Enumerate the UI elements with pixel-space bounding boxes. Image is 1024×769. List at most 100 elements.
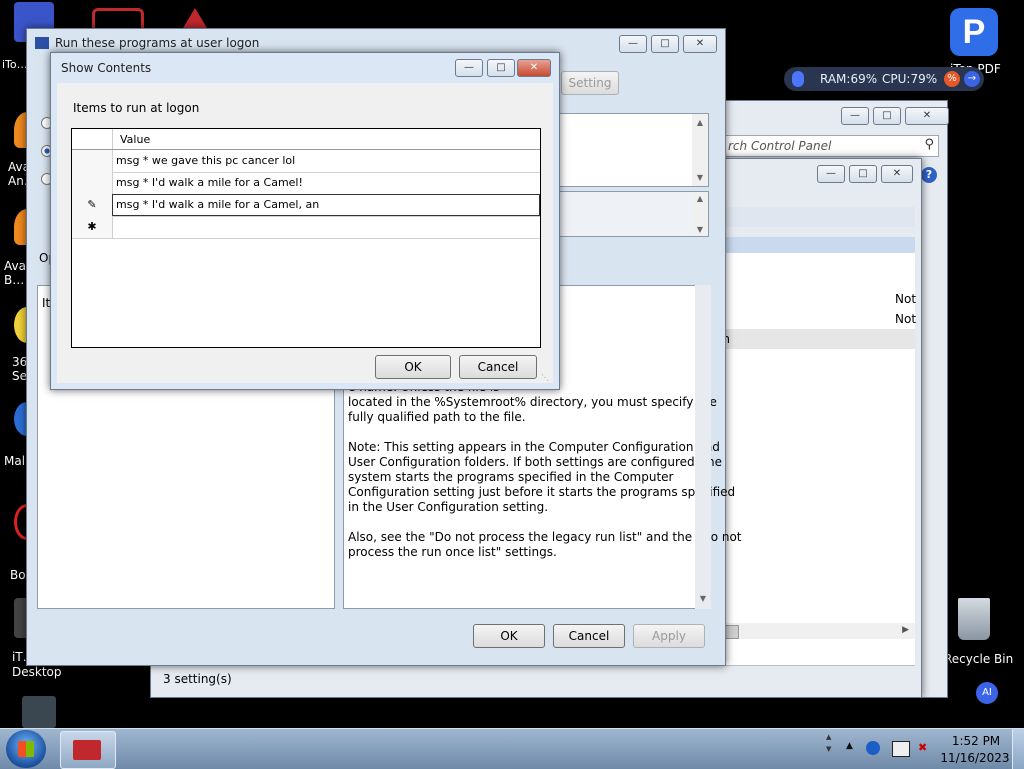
supported-scrollbar[interactable]: ▲ ▼ [692,192,708,236]
search-box[interactable]: rch Control Panel ⚲ [725,135,939,157]
help-text-line: located in the %Systemroot% directory, y… [348,395,717,409]
help-text-line: process the run once list" settings. [348,545,557,559]
setting-button[interactable]: Setting [561,71,619,95]
ccleaner-tray-icon[interactable] [866,741,880,755]
windows-logo-icon [18,741,34,757]
show-desktop-button[interactable] [1012,729,1024,769]
start-button[interactable] [6,730,46,768]
grid-row-editing[interactable]: ✎ msg * I'd walk a mile for a Camel, an [72,194,540,217]
close-button[interactable]: ✕ [517,59,551,77]
toolbar-strip [721,207,915,227]
close-button[interactable]: ✕ [683,35,717,53]
close-button[interactable]: ✕ [905,107,949,125]
maximize-button[interactable]: □ [849,165,877,183]
tray-expand-icon[interactable]: ▲ [846,741,853,751]
value-column-header: Value [120,133,151,146]
taskbar: ▲ ▼ ▲ ✖ 1:52 PM 11/16/2023 [0,728,1024,769]
close-button[interactable]: ✕ [881,165,913,183]
minimize-button[interactable]: — [455,59,483,77]
comment-box[interactable]: ▲ ▼ [559,113,709,187]
help-text-line: Note: This setting appears in the Comput… [348,440,720,454]
app-icon-triangle[interactable] [183,8,207,28]
list-header-bar [711,237,915,253]
volume-muted-icon[interactable]: ✖ [918,741,934,755]
help-text-line: Configuration setting just before it sta… [348,485,736,499]
maximize-button[interactable]: □ [651,35,679,53]
scroll-down-arrow[interactable]: ▼ [692,225,708,234]
ram-usage: RAM:69% [820,72,878,86]
apply-button[interactable]: Apply [633,624,705,648]
percent-icon: % [944,71,960,87]
help-text-line [348,515,692,530]
edit-pencil-icon: ✎ [72,194,113,216]
rocket-icon [792,71,804,87]
row-value[interactable]: msg * we gave this pc cancer lol [116,154,295,167]
help-text-line: system starts the programs specified in … [348,470,674,484]
setting-state: Not [895,292,917,306]
grid-row[interactable]: msg * I'd walk a mile for a Camel! [72,172,540,195]
help-text-line: fully qualified path to the file. [348,410,526,424]
grid-row-new[interactable]: ✱ [72,216,540,239]
scroll-up-arrow[interactable]: ▲ [692,118,708,127]
cancel-button[interactable]: Cancel [459,355,537,379]
system-monitor-widget[interactable]: RAM:69% CPU:79% % → [784,67,984,91]
recycle-bin-icon-left[interactable] [22,696,56,728]
desktop-icon-recycle-bin[interactable]: Recycle Bin [940,596,1020,666]
values-grid[interactable]: Value msg * we gave this pc cancer lol m… [71,128,541,348]
show-contents-dialog[interactable]: Show Contents — □ ✕ Items to run at logo… [50,52,560,390]
dialog-title: Show Contents [61,61,152,75]
ok-button[interactable]: OK [375,355,451,379]
show-desktop-scroll[interactable]: ▲ ▼ [826,731,836,767]
window-app-icon [35,37,49,49]
network-tray-icon[interactable] [892,741,910,757]
ok-button[interactable]: OK [473,624,545,648]
horizontal-scrollbar[interactable]: ▶ [711,623,915,639]
minimize-button[interactable]: — [619,35,647,53]
help-text-line: Also, see the "Do not process the legacy… [348,530,742,544]
taskbar-gpedit-button[interactable] [60,731,116,769]
scroll-down-arrow[interactable]: ▼ [692,173,708,182]
ai-assistant-icon[interactable]: AI [976,682,998,704]
clock-time[interactable]: 1:52 PM [948,734,1004,748]
minimize-button[interactable]: — [817,165,845,183]
maximize-button[interactable]: □ [487,59,515,77]
help-text-line: User Configuration folders. If both sett… [348,455,722,469]
grid-row[interactable]: msg * we gave this pc cancer lol [72,150,540,173]
comment-scrollbar[interactable]: ▲ ▼ [692,114,708,186]
window-title: Run these programs at user logon [55,36,260,50]
row-value[interactable]: msg * I'd walk a mile for a Camel! [116,176,303,189]
recycle-bin-icon [958,598,990,640]
help-text-line: in the User Configuration setting. [348,500,549,514]
search-placeholder: rch Control Panel [728,139,832,153]
list-row[interactable]: Not [711,309,917,329]
help-text-line [348,425,692,440]
resize-grip-icon[interactable]: ⋱ [541,373,551,383]
row-marker [72,150,113,172]
row-header-column [72,129,113,149]
search-icon: ⚲ [924,137,934,152]
maximize-button[interactable]: □ [873,107,901,125]
list-row[interactable]: st Not [711,289,917,309]
row-value[interactable]: msg * I'd walk a mile for a Camel, an [116,198,319,211]
arrow-right-icon: → [964,71,980,87]
toolbox-icon [73,740,101,760]
row-marker [72,172,113,194]
new-row-asterisk-icon: ✱ [72,216,113,238]
scroll-down-arrow[interactable]: ▼ [695,594,711,603]
cpu-usage: CPU:79% [882,72,938,86]
list-row-selected[interactable]: on [711,329,915,349]
minimize-button[interactable]: — [841,107,869,125]
scroll-right-arrow[interactable]: ▶ [902,625,909,635]
grid-header: Value [72,129,540,150]
cancel-button[interactable]: Cancel [553,624,625,648]
scroll-up-arrow[interactable]: ▲ [692,194,708,203]
setting-state: Not [895,312,917,326]
status-bar: 3 setting(s) [155,665,915,692]
clock-date[interactable]: 11/16/2023 [940,751,1010,765]
options-item-label: It [42,296,51,310]
help-icon[interactable]: ? [921,167,937,183]
pdf-icon: P [950,8,998,56]
help-scrollbar[interactable]: ▼ [695,285,711,609]
supported-on-box: ▲ ▼ [559,191,709,237]
items-caption: Items to run at logon [73,101,200,115]
